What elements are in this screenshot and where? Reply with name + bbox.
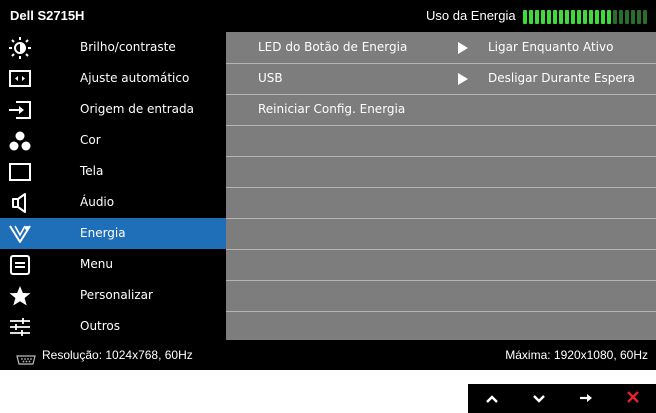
energy-meter-bar — [547, 10, 551, 24]
menu-item-label: Personalizar — [80, 288, 153, 302]
row-divider — [226, 280, 656, 281]
navigation-buttons — [468, 384, 656, 413]
brightness-icon — [8, 36, 32, 59]
energy-meter-bar — [631, 10, 635, 24]
row-divider — [226, 187, 656, 188]
energy-meter-bar — [529, 10, 533, 24]
status-bar: Resolução: 1024x768, 60Hz Máxima: 1920x1… — [0, 340, 656, 370]
energy-meter-bar — [583, 10, 587, 24]
play-arrow-icon — [458, 73, 468, 85]
energy-meter-bar — [643, 10, 647, 24]
menu-item-audio[interactable]: Áudio — [0, 187, 226, 218]
row-divider — [226, 218, 656, 219]
main-menu: Brilho/contraste Ajuste automático Orige… — [0, 32, 226, 340]
energy-meter-bar — [601, 10, 605, 24]
menu-item-label: Cor — [80, 133, 101, 147]
setting-label: Reiniciar Config. Energia — [258, 102, 406, 116]
color-icon — [8, 129, 32, 152]
vga-connector-icon — [16, 350, 36, 365]
row-divider — [226, 311, 656, 312]
monitor-title: Dell S2715H — [10, 8, 85, 23]
energy-usage-meter — [523, 10, 647, 24]
energy-meter-bar — [559, 10, 563, 24]
row-divider — [226, 125, 656, 126]
energy-meter-bar — [613, 10, 617, 24]
energy-meter-bar — [553, 10, 557, 24]
setting-label: LED do Botão de Energia — [258, 40, 408, 54]
menu-item-label: Ajuste automático — [80, 71, 190, 85]
right-button[interactable] — [562, 384, 609, 413]
display-icon — [8, 160, 32, 183]
menu-item-label: Menu — [80, 257, 113, 271]
menu-item-auto-adjust[interactable]: Ajuste automático — [0, 63, 226, 94]
energy-meter-bar — [565, 10, 569, 24]
down-button[interactable] — [515, 384, 562, 413]
arrow-right-icon — [579, 389, 593, 408]
energy-meter-bar — [619, 10, 623, 24]
osd-window: Dell S2715H Uso da Energia Brilho/contra — [0, 0, 656, 370]
settings-panel: LED do Botão de Energia Ligar Enquanto A… — [226, 32, 656, 340]
energy-meter-bar — [607, 10, 611, 24]
energy-icon — [8, 222, 32, 245]
menu-item-label: Áudio — [80, 195, 115, 209]
energy-meter-bar — [541, 10, 545, 24]
menu-item-label: Origem de entrada — [80, 102, 194, 116]
energy-meter-bar — [637, 10, 641, 24]
auto-adjust-icon — [8, 67, 32, 90]
play-arrow-icon — [458, 42, 468, 54]
row-divider — [226, 249, 656, 250]
menu-item-energy[interactable]: Energia — [0, 218, 226, 249]
chevron-down-icon — [532, 389, 546, 408]
close-button[interactable] — [609, 384, 656, 413]
star-icon — [8, 284, 32, 307]
sliders-icon — [8, 315, 32, 338]
energy-meter-bar — [523, 10, 527, 24]
menu-item-others[interactable]: Outros — [0, 311, 226, 342]
up-button[interactable] — [468, 384, 515, 413]
menu-item-menu[interactable]: Menu — [0, 249, 226, 280]
menu-item-input-source[interactable]: Origem de entrada — [0, 94, 226, 125]
setting-row-power-led[interactable]: LED do Botão de Energia Ligar Enquanto A… — [226, 32, 656, 63]
setting-row-usb[interactable]: USB Desligar Durante Espera — [226, 63, 656, 94]
setting-row-reset-energy[interactable]: Reiniciar Config. Energia — [226, 94, 656, 125]
energy-meter-bar — [589, 10, 593, 24]
menu-item-color[interactable]: Cor — [0, 125, 226, 156]
energy-meter-bar — [625, 10, 629, 24]
current-resolution: Resolução: 1024x768, 60Hz — [42, 348, 193, 362]
menu-item-label: Brilho/contraste — [80, 40, 176, 54]
energy-meter-bar — [577, 10, 581, 24]
menu-item-label: Energia — [80, 226, 126, 240]
menu-item-label: Outros — [80, 319, 121, 333]
menu-item-display[interactable]: Tela — [0, 156, 226, 187]
close-icon — [626, 389, 640, 408]
menu-item-label: Tela — [80, 164, 104, 178]
menu-item-personalize[interactable]: Personalizar — [0, 280, 226, 311]
max-resolution: Máxima: 1920x1080, 60Hz — [505, 348, 648, 362]
menu-item-brightness-contrast[interactable]: Brilho/contraste — [0, 32, 226, 63]
energy-usage-label: Uso da Energia — [426, 8, 516, 23]
setting-value: Desligar Durante Espera — [488, 71, 636, 85]
input-source-icon — [8, 98, 32, 121]
row-divider — [226, 156, 656, 157]
speaker-icon — [8, 191, 32, 214]
setting-label: USB — [258, 71, 283, 85]
menu-icon — [8, 253, 32, 276]
energy-meter-bar — [571, 10, 575, 24]
energy-meter-bar — [595, 10, 599, 24]
title-bar: Dell S2715H Uso da Energia — [0, 0, 656, 32]
setting-value: Ligar Enquanto Ativo — [488, 40, 614, 54]
energy-meter-bar — [535, 10, 539, 24]
chevron-up-icon — [485, 389, 499, 408]
